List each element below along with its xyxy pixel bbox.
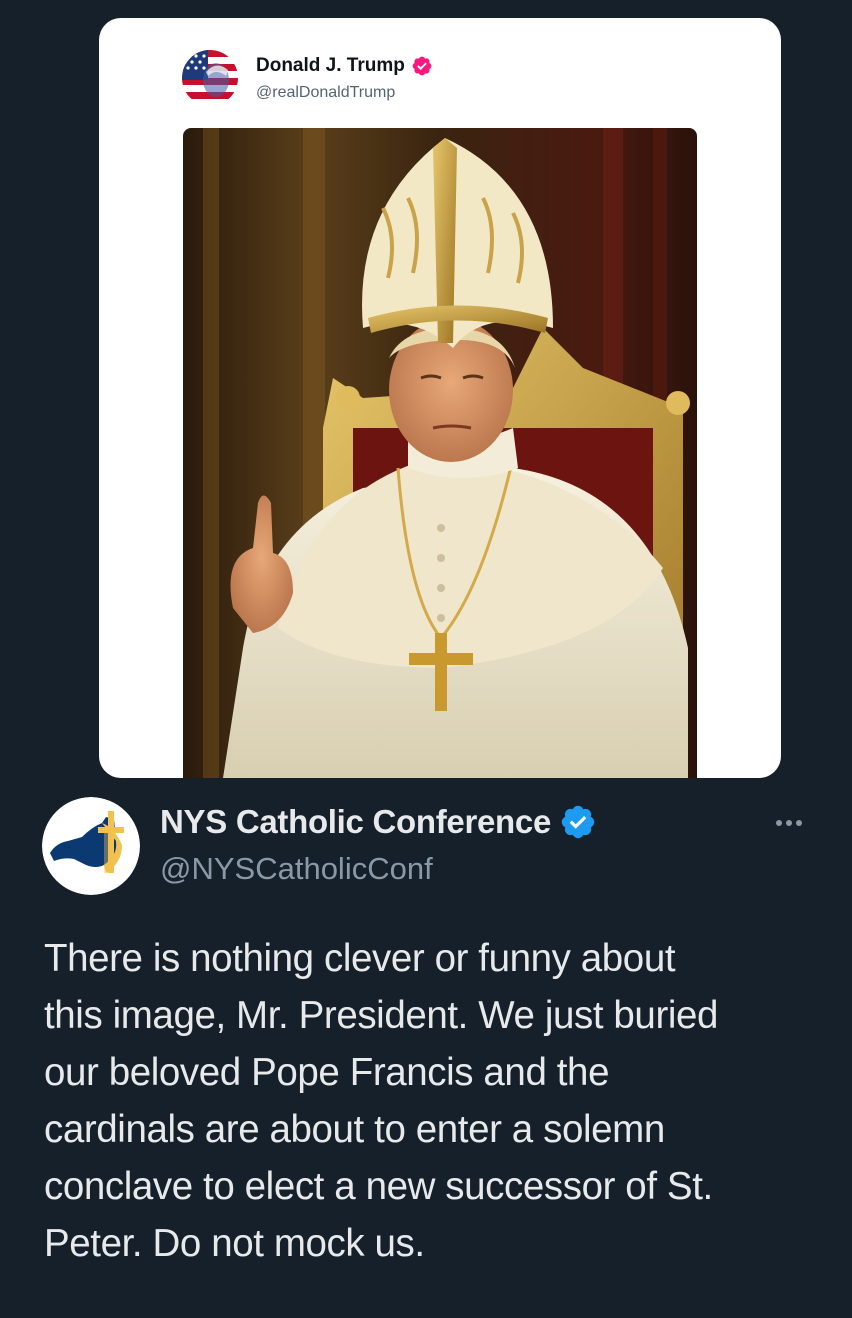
quoted-author-name[interactable]: Donald J. Trump [256, 55, 405, 77]
verified-badge-icon [412, 56, 432, 76]
quoted-author-avatar[interactable] [182, 50, 238, 106]
pope-portrait-image-icon [183, 128, 697, 778]
more-options-icon [776, 820, 802, 826]
post-author-handle[interactable]: @NYSCatholicConf [160, 851, 433, 887]
more-options-button[interactable] [766, 808, 812, 838]
post-author-name[interactable]: NYS Catholic Conference [160, 803, 551, 841]
flag-portrait-icon [182, 50, 238, 106]
nys-catholic-logo-icon [42, 797, 140, 895]
post-author-avatar[interactable] [42, 797, 140, 895]
post-text: There is nothing clever or funny about t… [44, 937, 719, 1265]
post-author-name-row: NYS Catholic Conference [160, 803, 597, 841]
quoted-post-media[interactable] [183, 128, 697, 778]
quoted-author-handle[interactable]: @realDonaldTrump [256, 84, 395, 102]
quoted-post-card[interactable]: Donald J. Trump @realDonaldTrump [99, 18, 781, 778]
quoted-author-name-row: Donald J. Trump [256, 55, 433, 77]
verified-badge-icon [561, 805, 595, 839]
